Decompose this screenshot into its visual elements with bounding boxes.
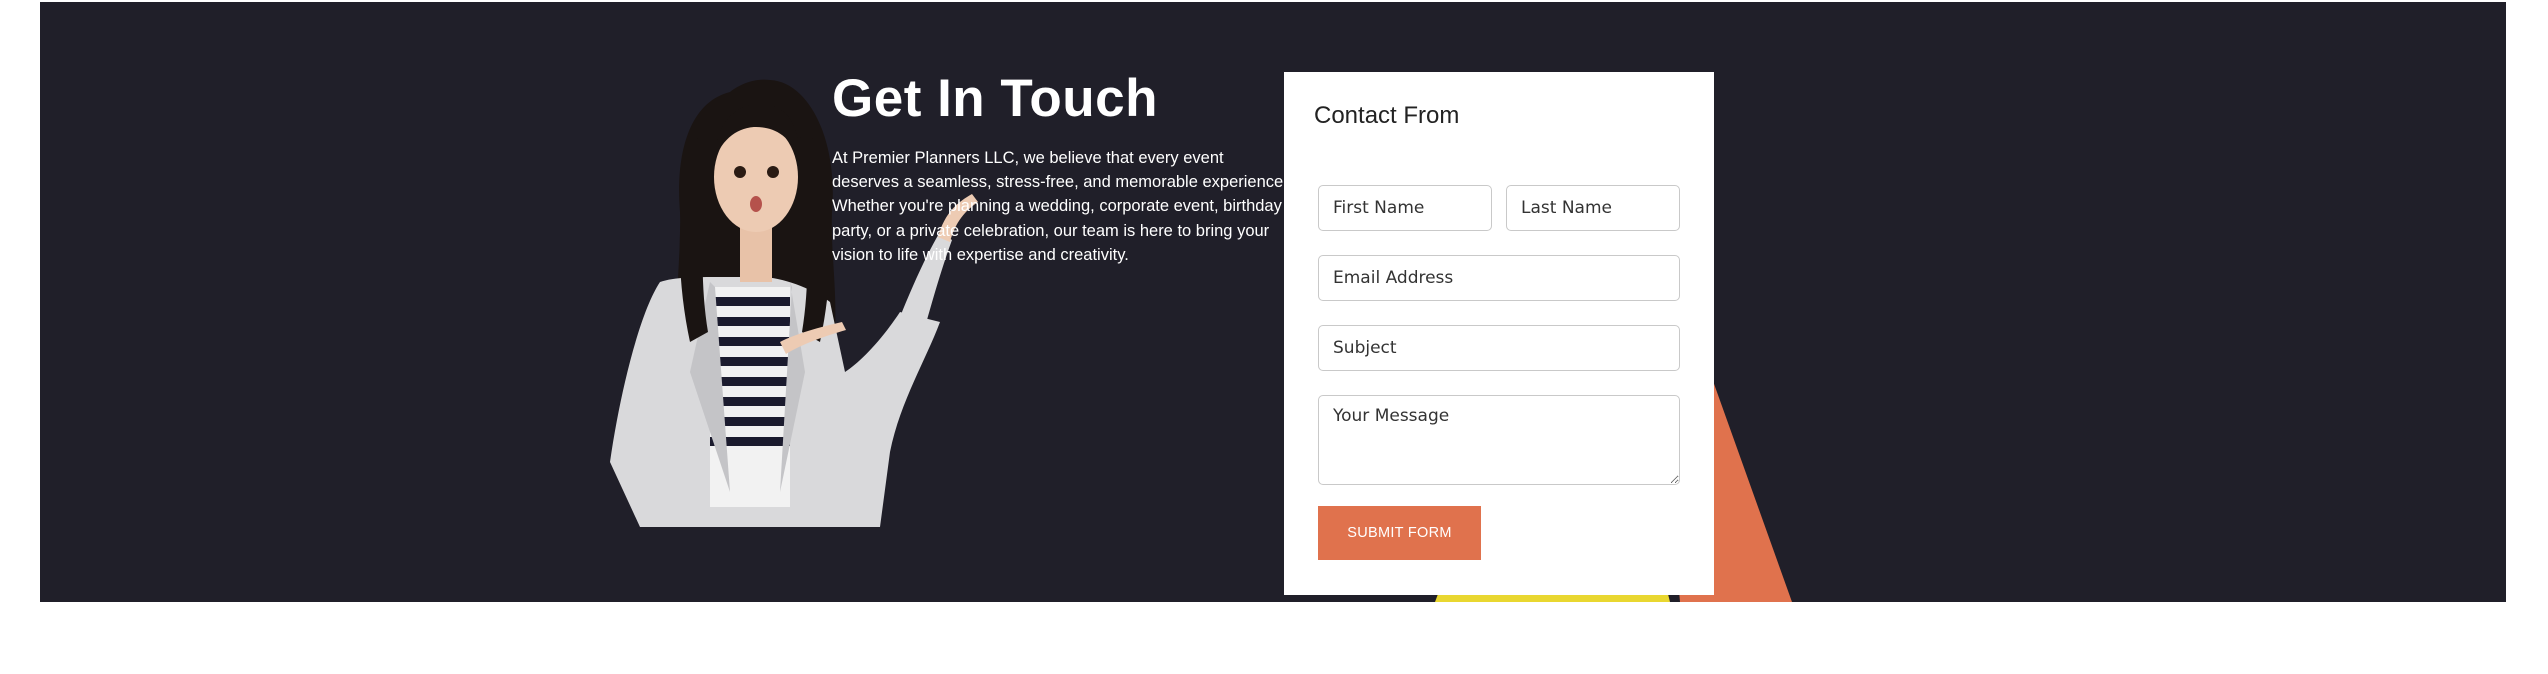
contact-section: Get In Touch At Premier Planners LLC, we…: [40, 2, 2506, 602]
subject-field[interactable]: [1318, 325, 1680, 371]
intro-paragraph: At Premier Planners LLC, we believe that…: [832, 149, 1288, 264]
email-field[interactable]: [1318, 255, 1680, 301]
last-name-field[interactable]: [1506, 185, 1680, 231]
page-title: Get In Touch: [832, 69, 1158, 128]
message-field[interactable]: [1318, 395, 1680, 485]
first-name-field[interactable]: [1318, 185, 1492, 231]
woman-pointing-image: [610, 79, 978, 527]
form-title: Contact From: [1314, 102, 1460, 129]
decorative-shapes: [1435, 367, 1792, 602]
submit-button[interactable]: SUBMIT FORM: [1318, 506, 1481, 560]
contact-form: Contact From SUBMIT FORM: [1284, 72, 1714, 595]
